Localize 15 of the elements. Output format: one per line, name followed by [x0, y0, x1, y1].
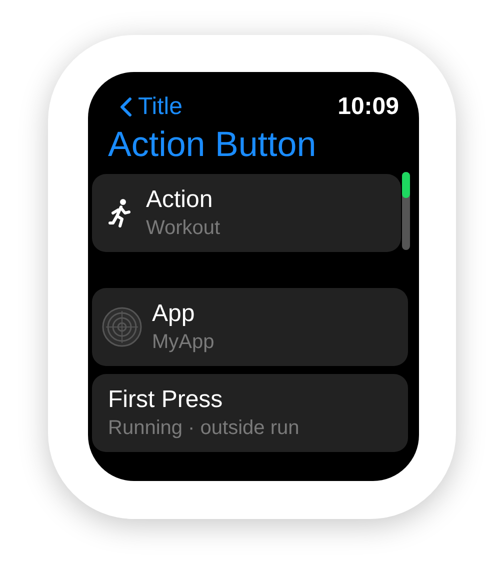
item-title: App	[152, 299, 196, 329]
chevron-icon	[120, 97, 132, 117]
list-item[interactable]: App MyApp	[92, 288, 408, 366]
list-item[interactable]: First Press Running · outside run	[92, 374, 408, 452]
item-title: First Press	[108, 385, 224, 415]
clock-time: 10:09	[338, 93, 399, 121]
item-title: Action	[146, 185, 214, 215]
target-icon	[102, 307, 142, 347]
page-title: Action Button	[107, 124, 318, 166]
list-item[interactable]: Action Workout	[92, 174, 401, 252]
item-subtitle: MyApp	[152, 330, 214, 355]
item-subtitle: Running · outside run	[108, 416, 300, 441]
item-subtitle: Workout	[146, 216, 220, 241]
runner-icon	[108, 198, 132, 228]
back-button[interactable]: Title	[120, 93, 182, 121]
